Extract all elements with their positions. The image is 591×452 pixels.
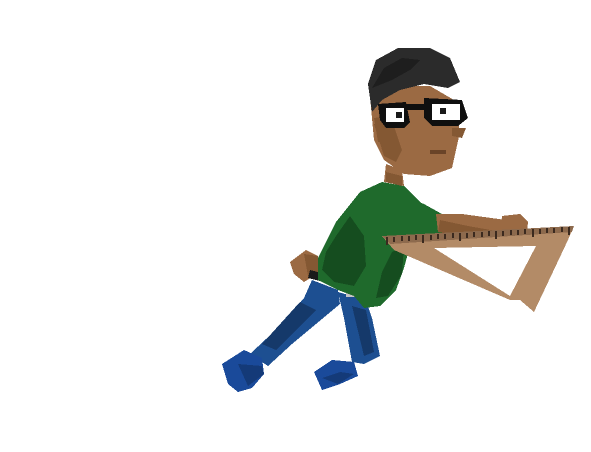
- ruler-tick: [452, 233, 454, 238]
- mouth: [430, 150, 446, 154]
- ruler-tick: [502, 231, 504, 236]
- ruler-tick: [430, 235, 432, 240]
- ruler-tick: [393, 237, 395, 242]
- ruler-tick: [481, 232, 483, 237]
- ruler-tick: [488, 231, 490, 236]
- ruler-tick: [495, 231, 497, 239]
- ruler-tick: [473, 232, 475, 237]
- ruler-tick: [553, 228, 555, 233]
- pupil-left: [396, 112, 402, 118]
- ruler-tick: [422, 235, 424, 243]
- ruler-tick: [408, 236, 410, 241]
- ruler-tick: [524, 229, 526, 234]
- head: [368, 48, 468, 176]
- ruler-tick: [401, 236, 403, 241]
- ruler-tick: [444, 234, 446, 239]
- ruler-tick: [568, 227, 570, 235]
- ruler-tick: [532, 229, 534, 237]
- scene-canvas: [0, 0, 591, 452]
- ruler-tick: [561, 227, 563, 232]
- ruler-tick: [466, 233, 468, 238]
- game-scene: [0, 0, 591, 452]
- pupil-right: [440, 108, 446, 114]
- ruler-tick: [546, 228, 548, 233]
- ruler-tick: [517, 230, 519, 235]
- ruler-tick: [539, 229, 541, 234]
- ruler-tick: [386, 237, 388, 245]
- ruler-tick: [437, 234, 439, 239]
- ruler-tick: [459, 233, 461, 241]
- ruler-tick: [510, 230, 512, 235]
- ruler-tick: [415, 235, 417, 240]
